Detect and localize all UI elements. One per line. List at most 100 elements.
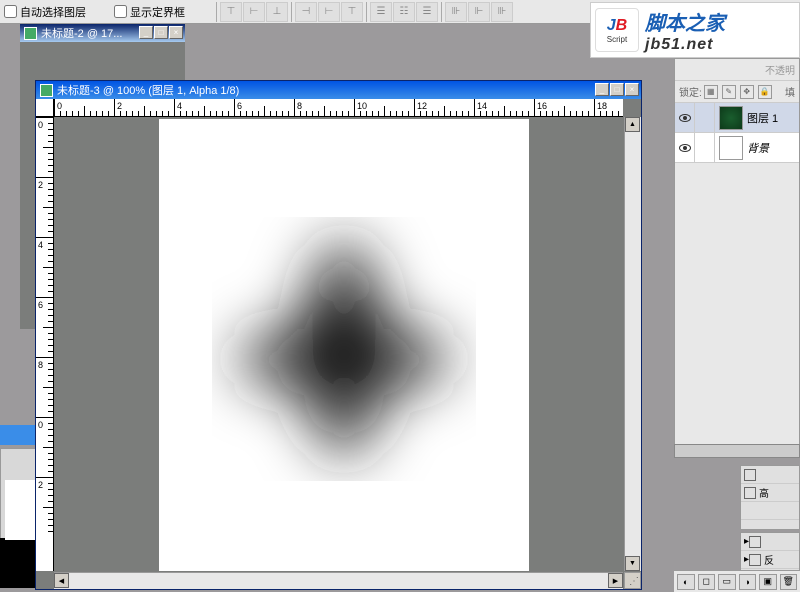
document-2-titlebar[interactable]: 未标题-3 @ 100% (图层 1, Alpha 1/8) _ □ × [36,81,641,99]
layer-name[interactable]: 图层 1 [747,110,778,126]
dist-btn-6[interactable]: ⊪ [491,2,513,22]
window-controls: _ □ × [139,26,183,39]
align-btn-5[interactable]: ⊢ [318,2,340,22]
resize-grip-icon: ⋰ [629,576,639,587]
vertical-scrollbar[interactable]: ▲ ▼ [624,117,641,571]
panel-row[interactable] [741,466,799,484]
minimize-button[interactable]: _ [595,83,609,96]
layers-panel-footer: ◐ ◻ ▭ ◑ ▣ 🗑 [674,570,800,592]
eye-icon [679,144,691,152]
maximize-button[interactable]: □ [154,26,168,39]
horizontal-ruler[interactable]: 024681012141618 [54,99,623,117]
toolbar-divider [216,2,217,22]
logo-text: JB [607,17,627,35]
thumb-icon [749,554,761,566]
document-content: 024681012141618 0246802 ▲ ▼ [36,99,641,589]
dist-btn-5[interactable]: ⊩ [468,2,490,22]
bottom-ruler-fragment [5,480,35,540]
close-button[interactable]: × [169,26,183,39]
thumb-icon [744,469,756,481]
align-btn-1[interactable]: ⊤ [220,2,242,22]
document-2-title: 未标题-3 @ 100% (图层 1, Alpha 1/8) [57,82,239,98]
document-icon [24,27,37,40]
panel-row[interactable]: ▸ [741,533,799,551]
dist-btn-3[interactable]: ☰ [416,2,438,22]
auto-select-layer-option[interactable]: 自动选择图层 [4,4,86,20]
new-folder-button[interactable]: ▭ [718,574,736,590]
panel-divider[interactable] [674,444,800,458]
vertical-ruler[interactable]: 0246802 [36,117,54,571]
document-window-2[interactable]: 未标题-3 @ 100% (图层 1, Alpha 1/8) _ □ × 024… [35,80,642,590]
document-1-title: 未标题-2 @ 17... [41,25,122,41]
maximize-button[interactable]: □ [610,83,624,96]
show-bounds-option[interactable]: 显示定界框 [114,4,185,20]
bottom-strip-3 [0,538,38,588]
row-label: 反 [764,552,774,567]
watermark-title: 脚本之家 [645,7,725,36]
lock-position-icon[interactable]: ✥ [740,85,754,99]
logo-j: J [607,17,616,34]
panel-row[interactable]: ▸反 [741,551,799,569]
layer-thumbnail[interactable] [719,106,743,130]
lock-paint-icon[interactable]: ✎ [722,85,736,99]
layers-lock-row: 锁定: ▦ ✎ ✥ 🔒 填 [675,81,799,103]
delete-layer-button[interactable]: 🗑 [780,574,798,590]
document-1-titlebar[interactable]: 未标题-2 @ 17... _ □ × [20,24,185,42]
align-btn-4[interactable]: ⊣ [295,2,317,22]
lock-transparency-icon[interactable]: ▦ [704,85,718,99]
panel-row[interactable]: 高 [741,484,799,502]
watermark-text-block: 脚本之家 jb51.net [645,7,725,54]
layer-visibility-toggle[interactable] [675,103,695,132]
logo-b: B [616,17,628,34]
ruler-corner[interactable] [36,99,54,117]
distribute-buttons-group-2: ⊪ ⊩ ⊪ [445,2,513,22]
fill-label: 填 [785,84,795,99]
auto-select-label: 自动选择图层 [20,4,86,20]
layer-style-button[interactable]: ◐ [677,574,695,590]
thumb-icon [744,487,756,499]
align-btn-6[interactable]: ⊤ [341,2,363,22]
dist-btn-1[interactable]: ☰ [370,2,392,22]
scroll-left-arrow[interactable]: ◀ [54,573,69,588]
align-btn-2[interactable]: ⊢ [243,2,265,22]
lock-label: 锁定: [679,84,702,99]
layer-link-cell[interactable] [695,133,715,162]
window-controls: _ □ × [595,83,639,96]
align-btn-3[interactable]: ⊥ [266,2,288,22]
eye-icon [679,114,691,122]
watermark-logo: JB Script [595,8,639,52]
new-layer-button[interactable]: ▣ [759,574,777,590]
layers-blend-row: 不透明 [675,59,799,81]
layer-link-cell[interactable] [695,103,715,132]
toolbar-divider [366,2,367,22]
scroll-up-arrow[interactable]: ▲ [625,117,640,132]
scroll-down-arrow[interactable]: ▼ [625,556,640,571]
document-icon [40,84,53,97]
blurred-cross-shape [204,209,484,489]
horizontal-scrollbar[interactable]: ◀ ▶ [54,572,623,589]
distribute-buttons-group: ☰ ☷ ☰ [370,2,438,22]
dist-btn-2[interactable]: ☷ [393,2,415,22]
layer-row-1[interactable]: 图层 1 [675,103,799,133]
canvas[interactable] [159,119,529,571]
adjustment-layer-button[interactable]: ◑ [739,574,757,590]
layer-row-background[interactable]: 背景 [675,133,799,163]
show-bounds-label: 显示定界框 [130,4,185,20]
layer-name[interactable]: 背景 [747,140,769,156]
panel-row[interactable] [741,502,799,520]
thumb-icon [749,536,761,548]
layer-thumbnail[interactable] [719,136,743,160]
canvas-viewport[interactable] [54,117,623,571]
auto-select-checkbox[interactable] [4,5,17,18]
minimize-button[interactable]: _ [139,26,153,39]
lock-all-icon[interactable]: 🔒 [758,85,772,99]
dist-btn-4[interactable]: ⊪ [445,2,467,22]
close-button[interactable]: × [625,83,639,96]
show-bounds-checkbox[interactable] [114,5,127,18]
layer-mask-button[interactable]: ◻ [698,574,716,590]
resize-corner[interactable]: ⋰ [624,572,641,589]
scroll-right-arrow[interactable]: ▶ [608,573,623,588]
layer-visibility-toggle[interactable] [675,133,695,162]
opacity-label: 不透明 [765,62,795,77]
watermark-badge: JB Script 脚本之家 jb51.net [590,2,800,58]
